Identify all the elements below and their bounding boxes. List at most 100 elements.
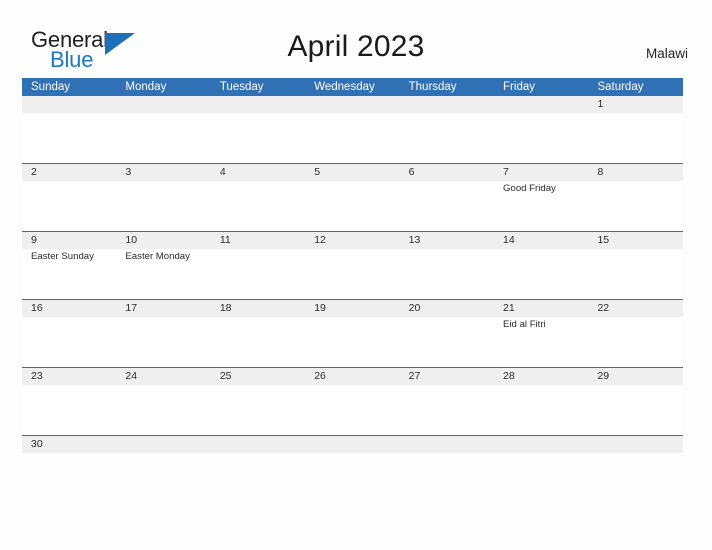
day-of-week-monday: Monday [125,81,167,93]
event-empty [22,453,116,455]
calendar-week-row: 30 [22,435,683,453]
day-number-empty [211,96,305,113]
week-date-strip: 2345678 [22,164,683,181]
event-empty [400,317,494,367]
page-title: April 2023 [287,30,425,63]
event-empty [116,385,210,435]
day-number-13[interactable]: 13 [400,232,494,249]
event-empty [494,453,588,455]
day-number-4[interactable]: 4 [211,164,305,181]
day-of-week-header: Sunday Monday Tuesday Wednesday Thursday Frid… [22,78,683,96]
day-number-empty [494,96,588,113]
week-event-strip: Easter Sunday Easter Monday [22,249,683,299]
day-number-16[interactable]: 16 [22,300,116,317]
event-empty [305,453,399,455]
day-number-empty [211,436,305,453]
day-number-23[interactable]: 23 [22,368,116,385]
calendar-week-row: 9 10 11 12 13 14 15 Easter Sunday Easter Monday [22,231,683,299]
event-empty [588,113,682,163]
event-empty [116,181,210,231]
event-empty [211,181,305,231]
day-number-17[interactable]: 17 [116,300,210,317]
day-number-empty [400,96,494,113]
day-number-26[interactable]: 26 [305,368,399,385]
day-number-28[interactable]: 28 [494,368,588,385]
event-label[interactable]: Eid al Fitri [494,317,588,367]
event-empty [211,385,305,435]
event-empty [116,113,210,163]
event-empty [211,113,305,163]
day-number-19[interactable]: 19 [305,300,399,317]
event-label[interactable]: Easter Sunday [22,249,116,299]
event-empty [494,249,588,299]
region-label: Malawi [645,46,688,61]
event-empty [588,249,682,299]
event-empty [211,317,305,367]
event-empty [211,249,305,299]
day-number-25[interactable]: 25 [211,368,305,385]
day-number-29[interactable]: 29 [588,368,682,385]
day-number-21[interactable]: 21 [494,300,588,317]
day-number-2[interactable]: 2 [22,164,116,181]
day-number-8[interactable]: 8 [588,164,682,181]
event-empty [400,249,494,299]
day-number-11[interactable]: 11 [211,232,305,249]
week-date-strip: 16 17 18 19 20 21 22 [22,300,683,317]
calendar-weeks: 1 2 3 4 5 6 7 8 Good Friday 9 10 11 12 13 14 15 Easter S… [22,96,683,453]
day-number-empty [305,436,399,453]
week-date-strip: 30 [22,436,683,453]
week-event-strip [22,385,683,435]
day-number-1[interactable]: 1 [588,96,682,113]
day-of-week-friday: Friday [503,81,535,93]
day-number-empty [22,96,116,113]
event-empty [22,181,116,231]
day-number-7[interactable]: 7 [494,164,588,181]
event-empty [305,385,399,435]
calendar-week-row: 2 3 4 5 6 7 8 Good Friday [22,163,683,231]
day-number-empty [116,96,210,113]
week-event-strip: Good Friday [22,181,683,231]
day-of-week-saturday: Saturday [597,81,644,93]
week-event-strip [22,113,683,163]
day-number-empty [588,436,682,453]
day-number-15[interactable]: 15 [588,232,682,249]
event-empty [588,317,682,367]
day-number-14[interactable]: 14 [494,232,588,249]
calendar-table: Sunday Monday Tuesday Wednesday Thursday Frid… [22,78,683,453]
day-number-20[interactable]: 20 [400,300,494,317]
event-empty [305,181,399,231]
week-event-strip: Eid al Fitri [22,317,683,367]
day-number-30[interactable]: 30 [22,436,116,453]
event-label[interactable]: Good Friday [494,181,588,231]
day-number-18[interactable]: 18 [211,300,305,317]
day-number-24[interactable]: 24 [116,368,210,385]
day-number-5[interactable]: 5 [305,164,399,181]
event-empty [305,249,399,299]
event-empty [400,113,494,163]
event-label[interactable]: Easter Monday [116,249,210,299]
day-number-10[interactable]: 10 [116,232,210,249]
day-number-22[interactable]: 22 [588,300,682,317]
event-empty [400,385,494,435]
event-empty [494,385,588,435]
event-empty [116,317,210,367]
day-number-3[interactable]: 3 [116,164,210,181]
calendar-week-row: 16 17 18 19 20 21 22 Eid al Fitri [22,299,683,367]
event-empty [588,453,682,455]
event-empty [588,385,682,435]
event-empty [22,385,116,435]
event-empty [22,317,116,367]
event-empty [400,181,494,231]
week-date-strip: 23 24 25 26 27 28 29 [22,368,683,385]
event-empty [305,317,399,367]
day-of-week-thursday: Thursday [408,81,457,93]
calendar-week-row: 1 [22,96,683,163]
day-number-empty [116,436,210,453]
day-number-12[interactable]: 12 [305,232,399,249]
day-number-27[interactable]: 27 [400,368,494,385]
day-number-6[interactable]: 6 [400,164,494,181]
day-number-empty [305,96,399,113]
week-date-strip: 9 10 11 12 13 14 15 [22,232,683,249]
day-number-9[interactable]: 9 [22,232,116,249]
calendar-week-row: 23 24 25 26 27 28 29 [22,367,683,435]
